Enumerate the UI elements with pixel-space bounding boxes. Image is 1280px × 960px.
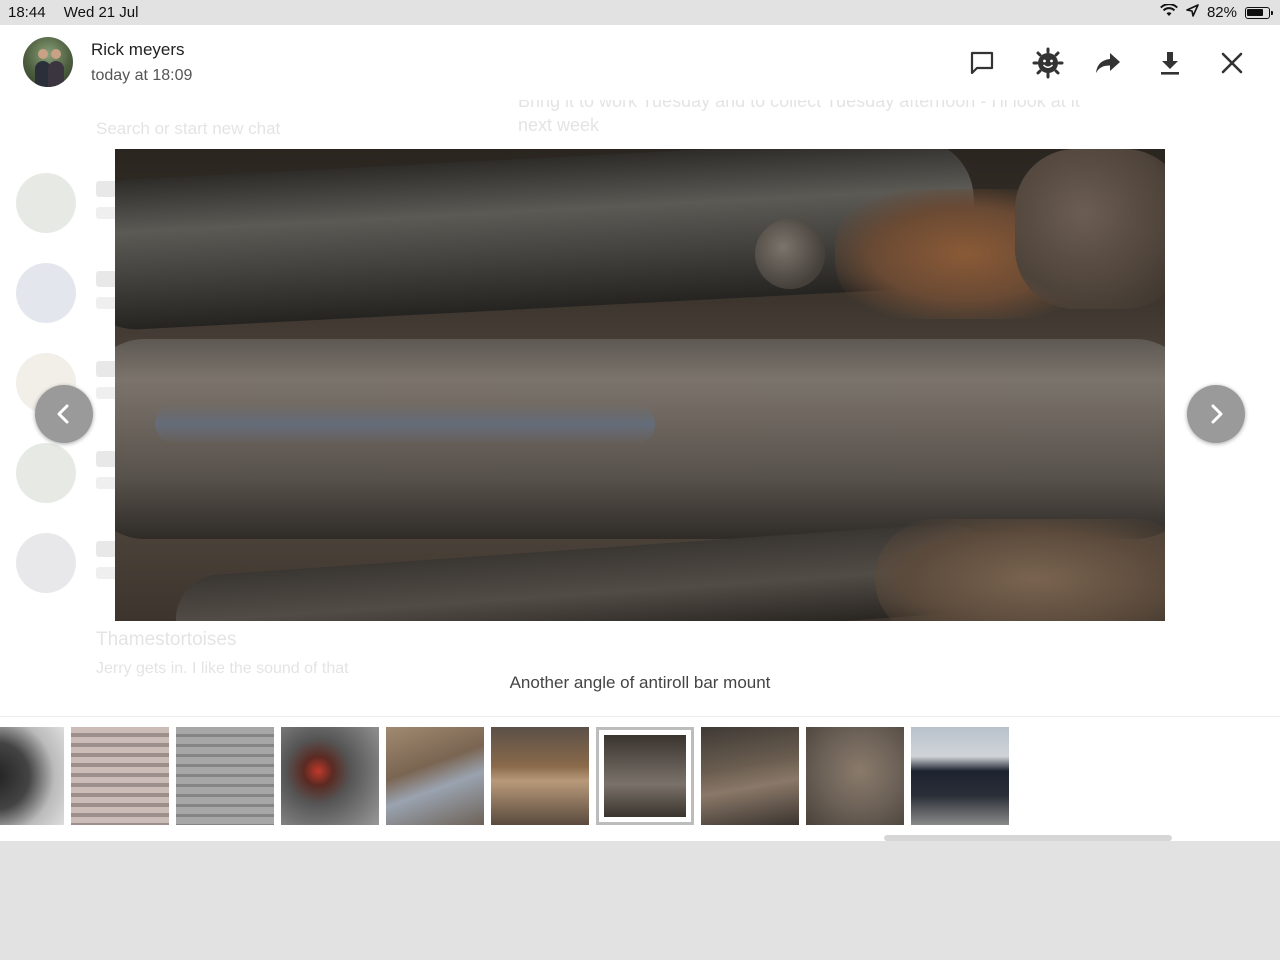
status-time: 18:44 [8,4,46,21]
thumbnail[interactable] [0,727,64,825]
download-button[interactable] [1152,45,1188,81]
share-arrow-icon [1096,53,1120,73]
thumbnail[interactable] [386,727,484,825]
battery-fill [1247,8,1263,16]
thumbnail-selected[interactable] [596,727,694,825]
status-bar: 18:44 Wed 21 Jul 82% [0,0,1280,25]
photo-metal-reflection [155,404,655,444]
sender-name: Rick meyers [91,40,185,59]
battery-percent: 82% [1206,4,1237,21]
chevron-left-icon [57,404,69,424]
thumbnail[interactable] [176,727,274,825]
close-button[interactable] [1214,45,1250,81]
photo-rust-area [875,519,1165,621]
wifi-icon [1160,3,1178,21]
thumbnail[interactable] [806,727,904,825]
download-icon [1161,52,1179,75]
chevron-right-icon [1211,404,1223,424]
thumbnail[interactable] [911,727,1009,825]
battery-icon [1245,6,1273,19]
avatar[interactable] [23,37,73,87]
media-viewer: Bring it to work Tuesday and to collect … [0,25,1280,841]
thumbnail-strip [0,727,1280,825]
add-reaction-icon [1032,47,1064,79]
thumbnail[interactable] [701,727,799,825]
reply-button[interactable] [964,45,1000,81]
forward-button[interactable] [1090,45,1126,81]
status-date: Wed 21 Jul [63,4,139,21]
previous-photo-button[interactable] [35,385,93,443]
next-photo-button[interactable] [1187,385,1245,443]
thumbnail-scrollbar[interactable] [884,835,1172,841]
thumbnail[interactable] [71,727,169,825]
thumbnail-divider [0,716,1280,717]
photo-caption: Another angle of antiroll bar mount [509,673,771,692]
message-timestamp: today at 18:09 [91,67,193,84]
thumbnail[interactable] [281,727,379,825]
background-contact-name: Thamestortoises [96,629,237,650]
photo-rust-area [1015,149,1165,309]
close-icon [1221,52,1243,74]
thumbnail[interactable] [491,727,589,825]
main-photo [115,149,1165,621]
viewer-header: Rick meyers today at 18:09 [0,25,1280,100]
react-button[interactable] [1030,45,1066,81]
speech-bubble-icon [970,51,994,75]
location-arrow-icon [1186,4,1199,21]
background-message-line2: next week [518,115,600,135]
photo-bolt [755,219,825,289]
background-search-placeholder: Search or start new chat [96,119,281,138]
